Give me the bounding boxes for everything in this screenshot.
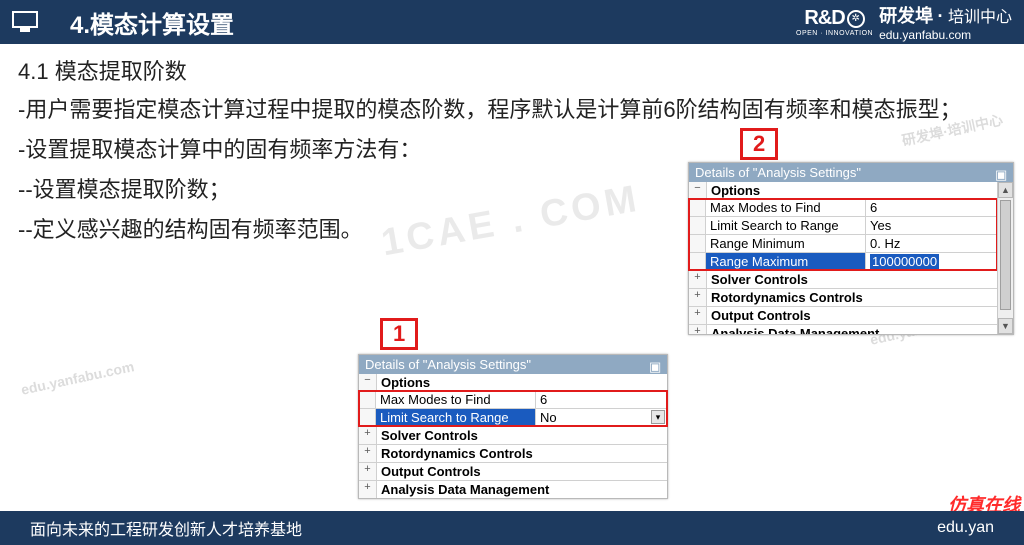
section-heading: 4.1 模态提取阶数 xyxy=(18,54,1006,86)
slide-title: 4.模态计算设置 xyxy=(70,5,234,40)
collapse-icon[interactable]: − xyxy=(359,374,377,391)
panel1-options-header[interactable]: − Options xyxy=(359,374,667,391)
header-right: R&D ✲ OPEN · INNOVATION 研发埠 · 培训中心 edu.y… xyxy=(796,2,1012,42)
watermark-small-1: edu.yanfabu.com xyxy=(868,308,984,348)
brand-url: edu.yanfabu.com xyxy=(879,28,1012,42)
panel1-body: − Options Max Modes to Find 6 Limit Sear… xyxy=(359,374,667,498)
expand-icon[interactable]: + xyxy=(689,271,707,288)
pin-icon[interactable]: ▣ xyxy=(649,359,661,371)
paragraph-3: --设置模态提取阶数； xyxy=(18,174,1006,206)
brand-cn: 研发埠 xyxy=(879,6,933,26)
paragraph-4: --定义感兴趣的结构固有频率范围。 xyxy=(18,214,1006,246)
max-modes-value[interactable]: 6 xyxy=(536,391,667,408)
header-left: 4.模态计算设置 xyxy=(12,5,234,40)
panel1-max-modes-row[interactable]: Max Modes to Find 6 xyxy=(359,391,667,408)
panel2-adm-row[interactable]: + Analysis Data Management xyxy=(689,324,997,334)
callout-1: 1 xyxy=(380,318,418,350)
logo-sub: OPEN · INNOVATION xyxy=(796,30,873,37)
limit-range-label: Limit Search to Range xyxy=(376,409,536,426)
expand-icon[interactable]: + xyxy=(689,289,707,306)
footer-right: edu.yan xyxy=(937,519,994,537)
slide-footer: 面向未来的工程研发创新人才培养基地 edu.yan xyxy=(0,511,1024,545)
expand-icon[interactable]: + xyxy=(359,481,377,498)
expand-icon[interactable]: + xyxy=(689,307,707,324)
expand-icon[interactable]: + xyxy=(359,427,377,444)
scroll-down-icon[interactable]: ▼ xyxy=(998,318,1013,334)
panel1-title-bar: Details of "Analysis Settings" ▣ xyxy=(359,355,667,374)
content-area: 4.1 模态提取阶数 -用户需要指定模态计算过程中提取的模态阶数，程序默认是计算… xyxy=(0,44,1024,246)
paragraph-1: -用户需要指定模态计算过程中提取的模态阶数，程序默认是计算前6阶结构固有频率和模… xyxy=(18,94,1006,126)
expand-icon[interactable]: + xyxy=(359,463,377,480)
watermark-small-2: edu.yanfabu.com xyxy=(20,358,136,398)
limit-range-value[interactable]: No ▾ xyxy=(536,409,667,426)
gear-icon: ✲ xyxy=(847,10,865,28)
footer-left: 面向未来的工程研发创新人才培养基地 xyxy=(30,516,302,540)
brand-block: 研发埠 · 培训中心 edu.yanfabu.com xyxy=(879,2,1012,42)
panel2-range-max-row[interactable]: Range Maximum 100000000 xyxy=(689,252,997,270)
paragraph-2: -设置提取模态计算中的固有频率方法有： xyxy=(18,134,1006,166)
panel1-rotor-row[interactable]: + Rotordynamics Controls xyxy=(359,444,667,462)
brand-training: 培训中心 xyxy=(948,9,1012,26)
panel1-limit-row[interactable]: Limit Search to Range No ▾ xyxy=(359,408,667,426)
panel2-rotor-row[interactable]: + Rotordynamics Controls xyxy=(689,288,997,306)
monitor-icon xyxy=(12,11,38,33)
details-panel-1: Details of "Analysis Settings" ▣ − Optio… xyxy=(358,354,668,499)
panel2-solver-row[interactable]: + Solver Controls xyxy=(689,270,997,288)
logo-text: R&D xyxy=(804,7,844,30)
max-modes-label: Max Modes to Find xyxy=(376,391,536,408)
panel1-solver-row[interactable]: + Solver Controls xyxy=(359,426,667,444)
panel2-output-row[interactable]: + Output Controls xyxy=(689,306,997,324)
logo-badge: R&D ✲ OPEN · INNOVATION xyxy=(796,7,873,37)
slide-header: 4.模态计算设置 R&D ✲ OPEN · INNOVATION 研发埠 · 培… xyxy=(0,0,1024,44)
panel1-adm-row[interactable]: + Analysis Data Management xyxy=(359,480,667,498)
expand-icon[interactable]: + xyxy=(689,325,707,334)
dropdown-icon[interactable]: ▾ xyxy=(651,410,665,424)
panel1-highlighted-options: Max Modes to Find 6 Limit Search to Rang… xyxy=(359,391,667,426)
panel1-output-row[interactable]: + Output Controls xyxy=(359,462,667,480)
brand-dot: · xyxy=(938,6,944,26)
expand-icon[interactable]: + xyxy=(359,445,377,462)
panel1-title: Details of "Analysis Settings" xyxy=(365,357,531,372)
